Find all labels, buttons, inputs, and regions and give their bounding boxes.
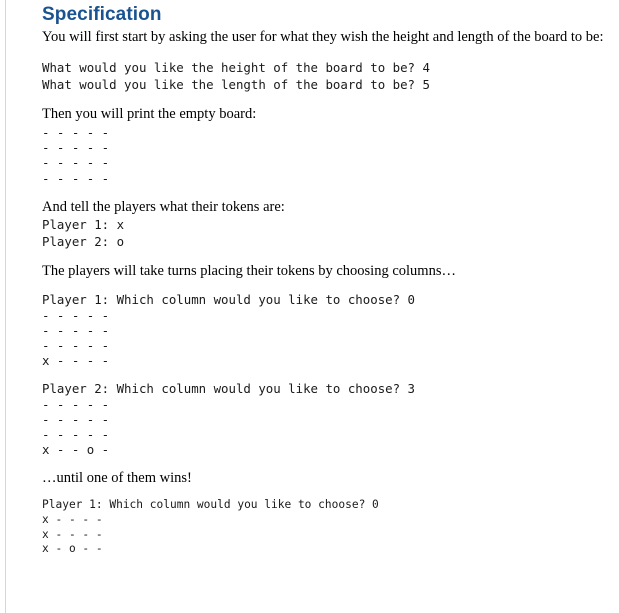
turn-one-board: - - - - - - - - - - - - - - - x - - - - [42, 307, 110, 369]
until-wins-caption: …until one of them wins! [42, 470, 192, 487]
empty-board-caption: Then you will print the empty board: [42, 106, 257, 122]
turns-caption: The players will take turns placing thei… [42, 262, 456, 279]
prompt-code-block: What would you like the height of the bo… [42, 60, 430, 92]
turn-one-prompt: Player 1: Which column would you like to… [42, 291, 415, 307]
page-title: Specification [42, 4, 162, 25]
tokens-code-block: Player 1: x Player 2: o [42, 216, 125, 249]
final-turn-board: x - - - - x - - - - x - o - - [42, 513, 103, 556]
intro-paragraph: You will first start by asking the user … [42, 29, 604, 45]
turn-two-board: - - - - - - - - - - - - - - - x - - o - [42, 396, 110, 458]
tokens-caption: And tell the players what their tokens a… [42, 198, 285, 215]
final-turn-prompt: Player 1: Which column would you like to… [42, 498, 379, 512]
turn-two-prompt: Player 2: Which column would you like to… [42, 380, 415, 396]
specification-document: Specification You will first start by as… [42, 0, 619, 557]
left-margin-rule [5, 0, 6, 613]
empty-board-block: - - - - - - - - - - - - - - - - - - - - [42, 125, 110, 186]
